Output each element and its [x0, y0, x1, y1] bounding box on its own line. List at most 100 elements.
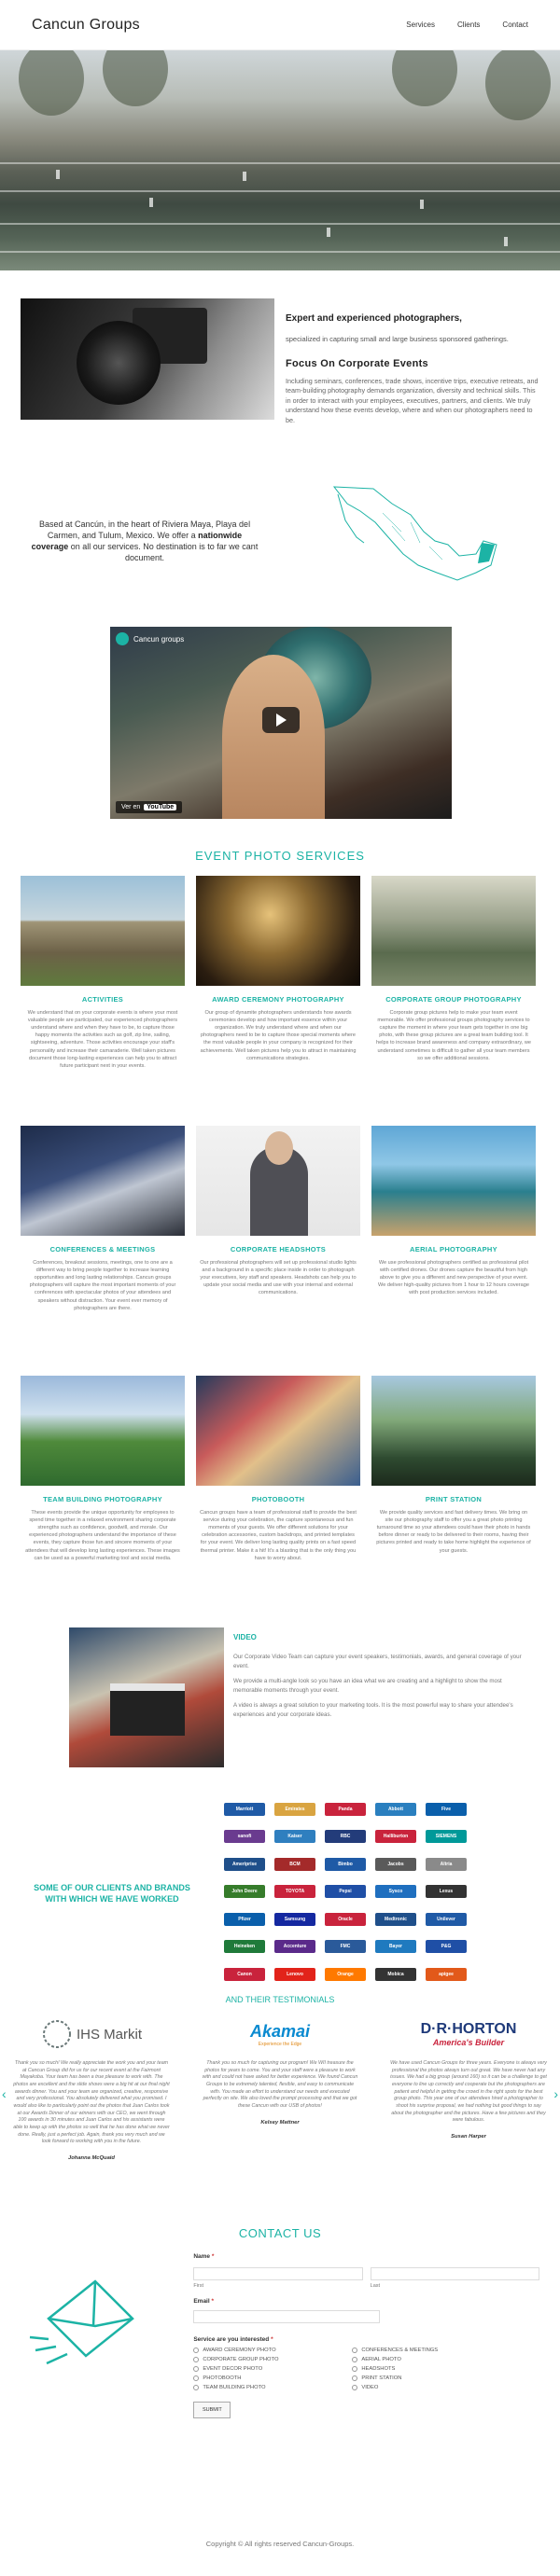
client-logo: Bayer	[375, 1940, 416, 1954]
testimonial-text: Thank you so much! We really appreciate …	[13, 2060, 170, 2145]
option-corporate-group[interactable]: CORPORATE GROUP PHOTO	[193, 2357, 352, 2362]
group-photo	[371, 876, 536, 986]
service-title: CORPORATE HEADSHOTS	[230, 1245, 327, 1253]
pyramid-photo	[21, 876, 185, 986]
print-station-photo	[371, 1376, 536, 1486]
watch-on-youtube[interactable]: Ver en YouTube	[116, 801, 183, 813]
ihs-markit-logo: IHS Markit	[13, 2017, 170, 2051]
testimonial-card: Akamai Experience the Edge Thank you so …	[202, 2017, 358, 2221]
service-card: PHOTOBOOTH Cancun groups have a team of …	[196, 1376, 360, 1626]
service-text: We use professional photographers certif…	[378, 1260, 529, 1296]
site-logo[interactable]: Cancun Groups	[32, 17, 140, 34]
nav-contact[interactable]: Contact	[502, 21, 528, 29]
testimonial-card: D·R·HORTON America's Builder We have use…	[390, 2017, 547, 2221]
radio-icon	[193, 2347, 200, 2353]
play-button[interactable]	[262, 707, 300, 733]
radio-icon	[193, 2385, 200, 2390]
radio-icon	[352, 2375, 358, 2381]
video-service-title: VIDEO	[233, 1633, 257, 1641]
video-channel[interactable]: Cancun groups	[116, 632, 184, 645]
carousel-prev-icon[interactable]: ‹	[2, 2086, 7, 2101]
envelope-icon	[21, 2253, 193, 2384]
service-card: AERIAL PHOTOGRAPHY We use professional p…	[371, 1126, 536, 1376]
headshot-photo	[196, 1126, 360, 1236]
service-title: AERIAL PHOTOGRAPHY	[410, 1245, 497, 1253]
service-text: Corporate group pictures help to make yo…	[376, 1010, 531, 1061]
service-title: PRINT STATION	[425, 1495, 483, 1503]
last-name-input[interactable]	[370, 2267, 540, 2280]
testimonials-title: AND THEIR TESTIMONIALS	[225, 1995, 335, 2004]
service-card: PRINT STATION We provide quality service…	[371, 1376, 536, 1626]
client-logo: Accenture	[274, 1940, 315, 1954]
footer-copyright: Copyright © All rights reserved Cancun-G…	[205, 2540, 355, 2548]
clapperboard-photo	[69, 1627, 224, 1767]
client-logo: Pepsi	[325, 1885, 366, 1899]
testimonial-text: Thank you so much for capturing our prog…	[202, 2060, 358, 2110]
service-text: These events provide the unique opportun…	[25, 1510, 180, 1561]
video-service-text: A video is always a great solution to yo…	[233, 1701, 513, 1718]
service-text: Conferences, breakout sessions, meetings…	[29, 1260, 176, 1311]
option-photobooth[interactable]: PHOTOBOOTH	[193, 2375, 352, 2381]
client-logo: Panda	[325, 1803, 366, 1816]
option-award-ceremony[interactable]: AWARD CEREMONY PHOTO	[193, 2347, 352, 2353]
option-conferences[interactable]: CONFERENCES & MEETINGS	[352, 2347, 511, 2353]
services-grid: ACTIVITIES We understand that on your co…	[0, 876, 560, 1626]
option-team-building[interactable]: TEAM BUILDING PHOTO	[193, 2385, 352, 2390]
client-logo: Oracle	[325, 1912, 366, 1926]
dr-horton-logo: D·R·HORTON America's Builder	[420, 2021, 517, 2047]
service-card: CORPORATE GROUP PHOTOGRAPHY Corporate gr…	[371, 876, 536, 1126]
nav-services[interactable]: Services	[406, 21, 435, 29]
client-logo: Halliburton	[375, 1830, 416, 1844]
client-logo: sanofi	[224, 1830, 265, 1844]
services-label: Service are you interested *	[193, 2336, 273, 2343]
client-logo: TOYOTA	[274, 1885, 315, 1899]
aerial-photo	[371, 1126, 536, 1236]
option-aerial[interactable]: AERIAL PHOTO	[352, 2357, 511, 2362]
site-header: Cancun Groups Services Clients Contact	[0, 0, 560, 50]
service-text: We understand that on your corporate eve…	[27, 1010, 178, 1069]
client-logo: Five	[426, 1803, 467, 1816]
radio-icon	[193, 2375, 200, 2381]
testimonial-text: We have used Cancun Groups for three yea…	[390, 2060, 547, 2124]
about-heading: Expert and experienced photographers,	[286, 313, 462, 324]
option-event-decor[interactable]: EVENT DECOR PHOTO	[193, 2366, 352, 2372]
client-logo: Marriott	[224, 1803, 265, 1816]
client-logo: apigee	[426, 1967, 467, 1981]
awards-photo	[196, 876, 360, 986]
service-title: CONFERENCES & MEETINGS	[49, 1245, 156, 1253]
option-video[interactable]: VIDEO	[352, 2385, 511, 2390]
channel-avatar-icon	[116, 632, 129, 645]
contact-section: Name * First Last Email * Service are yo…	[0, 2253, 560, 2418]
radio-icon	[352, 2366, 358, 2372]
client-logo: Sysco	[375, 1885, 416, 1899]
client-logo: Heineken	[224, 1940, 265, 1954]
service-title: PHOTOBOOTH	[251, 1495, 305, 1503]
client-logo: Emirates	[274, 1803, 315, 1816]
radio-icon	[193, 2366, 200, 2372]
service-title: CORPORATE GROUP PHOTOGRAPHY	[385, 995, 522, 1004]
youtube-video[interactable]: Cancun groups Ver en YouTube	[110, 627, 452, 819]
service-card: CORPORATE HEADSHOTS Our professional pho…	[196, 1126, 360, 1376]
testimonials-carousel: ‹ IHS Markit Thank you so much! We reall…	[0, 2017, 560, 2221]
team-building-photo	[21, 1376, 185, 1486]
email-field[interactable]	[193, 2310, 381, 2323]
contact-form: Name * First Last Email * Service are yo…	[193, 2253, 540, 2418]
client-logo: Unilever	[426, 1912, 467, 1926]
nav-clients[interactable]: Clients	[457, 21, 480, 29]
client-logo: Medtronic	[375, 1912, 416, 1926]
carousel-next-icon[interactable]: ›	[553, 2086, 558, 2101]
option-headshots[interactable]: HEADSHOTS	[352, 2366, 511, 2372]
client-logo: Lenovo	[274, 1967, 315, 1981]
client-logo: Altria	[426, 1857, 467, 1871]
first-name-input[interactable]	[193, 2267, 363, 2280]
submit-button[interactable]: SUBMIT	[193, 2402, 231, 2418]
video-service-text: We provide a multi-angle look so you hav…	[233, 1677, 502, 1694]
client-logo: Ameriprise	[224, 1857, 265, 1871]
location-text: Based at Cancún, in the heart of Riviera…	[31, 519, 259, 563]
clients-section: SOME OF OUR CLIENTS AND BRANDS WITH WHIC…	[0, 1803, 560, 1986]
service-text: Our group of dynamite photographers unde…	[200, 1010, 357, 1061]
service-title: ACTIVITIES	[81, 995, 124, 1004]
client-logo: Samsung	[274, 1912, 315, 1926]
option-print-station[interactable]: PRINT STATION	[352, 2375, 511, 2381]
main-nav: Services Clients Contact	[406, 21, 528, 29]
